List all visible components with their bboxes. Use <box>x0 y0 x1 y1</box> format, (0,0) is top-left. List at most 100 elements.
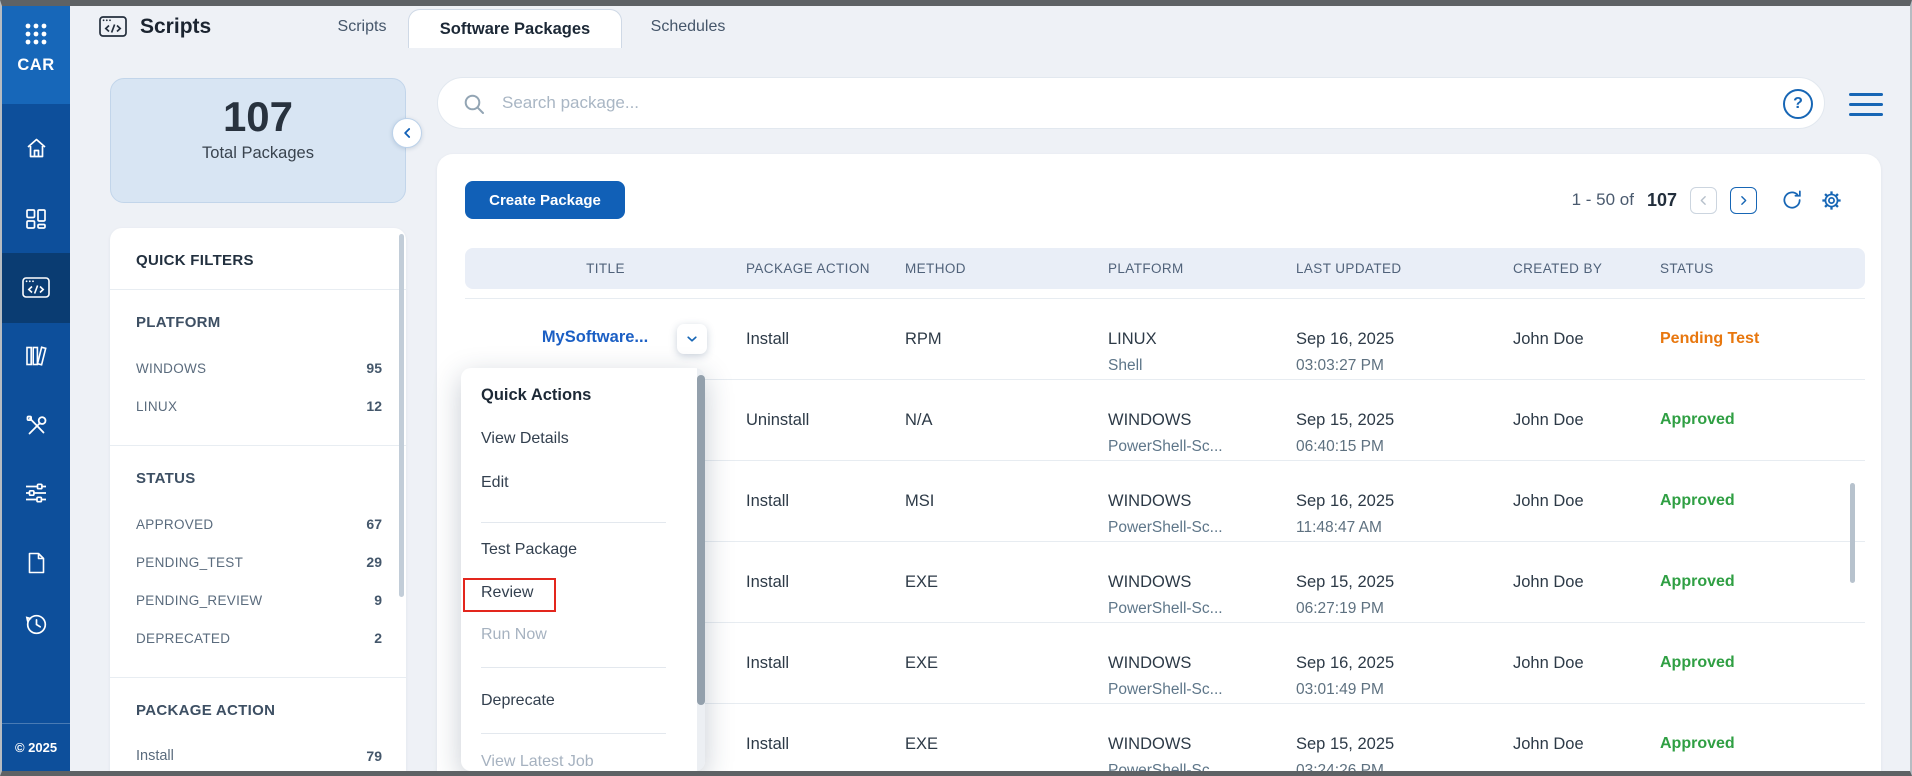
cell-last-updated: Sep 15, 202503:24:26 PM <box>1296 704 1513 771</box>
row-actions-button[interactable] <box>677 324 707 354</box>
cell-platform: WINDOWSPowerShell-Sc... <box>1108 380 1296 460</box>
filter-item-deprecated[interactable]: DEPRECATED 2 <box>136 619 382 657</box>
pagination: 1 - 50 of 107 <box>1572 182 1845 218</box>
cell-created-by: John Doe <box>1513 542 1660 622</box>
pagination-total: 107 <box>1647 190 1677 211</box>
status-badge: Approved <box>1660 461 1865 541</box>
sidebar-item-tools[interactable] <box>2 404 70 448</box>
refresh-button[interactable] <box>1778 187 1805 214</box>
sidebar-item-dashboard[interactable] <box>2 197 70 241</box>
menu-divider <box>481 733 666 734</box>
cell-created-by: John Doe <box>1513 623 1660 703</box>
menu-icon[interactable] <box>1849 93 1883 116</box>
menu-scrollbar-thumb[interactable] <box>697 375 705 705</box>
total-packages-count: 107 <box>111 93 405 141</box>
menu-item-view-latest-job: View Latest Job <box>481 753 594 771</box>
filter-section-title: STATUS <box>136 470 382 487</box>
next-page-button[interactable] <box>1730 187 1757 214</box>
cell-action: Install <box>746 704 905 771</box>
tab-schedules[interactable]: Schedules <box>628 6 748 48</box>
cell-platform: WINDOWSPowerShell-Sc... <box>1108 461 1296 541</box>
home-icon <box>23 135 50 161</box>
prev-page-button[interactable] <box>1690 187 1717 214</box>
search-input[interactable] <box>438 78 1824 128</box>
cell-platform: LINUXShell <box>1108 299 1296 379</box>
cell-action: Install <box>746 461 905 541</box>
sidebar-item-history[interactable] <box>2 602 70 646</box>
cell-method: RPM <box>905 299 1108 379</box>
filter-item-pending-review[interactable]: PENDING_REVIEW 9 <box>136 581 382 619</box>
sidebar-item-scripts[interactable] <box>2 253 70 323</box>
filter-item-pending-test[interactable]: PENDING_TEST 29 <box>136 543 382 581</box>
filter-section-title: PLATFORM <box>136 314 382 331</box>
cell-action: Install <box>746 299 905 379</box>
cell-platform: WINDOWSPowerShell-Sc... <box>1108 542 1296 622</box>
quick-filters-panel: QUICK FILTERS PLATFORM WINDOWS 95 LINUX … <box>110 228 406 771</box>
review-annotation-box <box>463 578 556 612</box>
quick-filters-title: QUICK FILTERS <box>110 228 406 290</box>
refresh-icon <box>1780 188 1804 212</box>
package-title-link[interactable]: MySoftware... <box>495 328 695 347</box>
menu-item-view-details[interactable]: View Details <box>481 430 569 448</box>
help-icon[interactable]: ? <box>1783 89 1813 119</box>
status-badge: Approved <box>1660 623 1865 703</box>
cell-action: Install <box>746 623 905 703</box>
filters-scrollbar[interactable] <box>399 234 404 597</box>
sidebar-item-configurations[interactable] <box>2 471 70 515</box>
column-status: STATUS <box>1660 261 1865 276</box>
cell-platform: WINDOWSPowerShell-Sc... <box>1108 704 1296 771</box>
filter-item-windows[interactable]: WINDOWS 95 <box>136 349 382 387</box>
menu-item-run-now: Run Now <box>481 626 547 644</box>
filter-section-status: STATUS APPROVED 67 PENDING_TEST 29 PENDI… <box>110 446 406 678</box>
cell-action: Install <box>746 542 905 622</box>
filter-item-approved[interactable]: APPROVED 67 <box>136 505 382 543</box>
app-window: CAR <box>0 0 1912 776</box>
column-package-action: PACKAGE ACTION <box>746 261 905 276</box>
settings-button[interactable] <box>1818 187 1845 214</box>
collapse-panel-button[interactable] <box>392 118 422 148</box>
chevron-down-icon <box>683 330 701 348</box>
cell-method: N/A <box>905 380 1108 460</box>
column-method: METHOD <box>905 261 1108 276</box>
table-scrollbar[interactable] <box>1850 483 1855 583</box>
cell-created-by: John Doe <box>1513 380 1660 460</box>
cell-last-updated: Sep 16, 202511:48:47 AM <box>1296 461 1513 541</box>
sidebar-logo[interactable]: CAR <box>2 6 70 104</box>
total-packages-card: 107 Total Packages <box>110 78 406 203</box>
create-package-button[interactable]: Create Package <box>465 181 625 219</box>
code-window-icon <box>98 14 128 40</box>
logo-label: CAR <box>17 56 54 75</box>
menu-divider <box>481 522 666 523</box>
cell-last-updated: Sep 15, 202506:40:15 PM <box>1296 380 1513 460</box>
status-badge: Approved <box>1660 380 1865 460</box>
filter-item-install[interactable]: Install 79 <box>136 737 382 775</box>
filter-section-package-action: PACKAGE ACTION Install 79 <box>110 678 406 776</box>
page-title: Scripts <box>140 15 211 39</box>
status-badge: Pending Test <box>1660 299 1865 379</box>
cell-last-updated: Sep 16, 202503:03:27 PM <box>1296 299 1513 379</box>
tools-icon <box>23 413 50 439</box>
menu-item-test-package[interactable]: Test Package <box>481 541 577 559</box>
sidebar-item-library[interactable] <box>2 334 70 378</box>
menu-item-edit[interactable]: Edit <box>481 474 509 492</box>
sidebar: CAR <box>2 6 70 771</box>
quick-actions-menu: Quick Actions View Details Edit Test Pac… <box>461 368 705 771</box>
sidebar-item-home[interactable] <box>2 126 70 170</box>
pagination-range: 1 - 50 of <box>1572 190 1634 210</box>
cell-method: EXE <box>905 704 1108 771</box>
filter-section-title: PACKAGE ACTION <box>136 702 382 719</box>
sidebar-item-documents[interactable] <box>2 541 70 585</box>
column-title: TITLE <box>465 261 746 276</box>
tab-scripts[interactable]: Scripts <box>302 6 422 48</box>
search-bar: ? <box>437 77 1825 129</box>
menu-item-deprecate[interactable]: Deprecate <box>481 692 555 710</box>
chevron-right-icon <box>1737 194 1750 207</box>
chevron-left-icon <box>1697 194 1710 207</box>
table-header: TITLE PACKAGE ACTION METHOD PLATFORM LAS… <box>465 248 1865 289</box>
cell-created-by: John Doe <box>1513 461 1660 541</box>
chevron-left-icon <box>399 125 415 141</box>
cell-last-updated: Sep 16, 202503:01:49 PM <box>1296 623 1513 703</box>
tab-software-packages[interactable]: Software Packages <box>408 9 622 48</box>
filter-item-linux[interactable]: LINUX 12 <box>136 387 382 425</box>
status-badge: Approved <box>1660 542 1865 622</box>
